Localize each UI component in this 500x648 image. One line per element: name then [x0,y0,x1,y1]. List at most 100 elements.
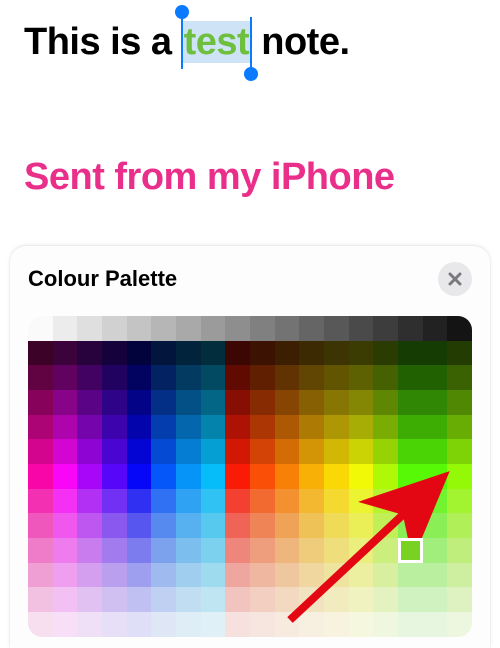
colour-swatch[interactable] [201,316,226,341]
colour-swatch[interactable] [324,316,349,341]
colour-swatch[interactable] [423,341,448,366]
colour-swatch[interactable] [53,587,78,612]
colour-swatch[interactable] [250,587,275,612]
colour-swatch[interactable] [324,489,349,514]
colour-swatch[interactable] [447,587,472,612]
colour-swatch[interactable] [275,513,300,538]
colour-swatch[interactable] [127,365,152,390]
colour-swatch[interactable] [77,538,102,563]
colour-swatch[interactable] [275,341,300,366]
colour-swatch[interactable] [77,365,102,390]
colour-swatch[interactable] [53,538,78,563]
colour-swatch[interactable] [324,612,349,637]
colour-swatch[interactable] [28,365,53,390]
colour-swatch[interactable] [225,587,250,612]
colour-swatch[interactable] [349,513,374,538]
colour-swatch[interactable] [250,341,275,366]
colour-swatch[interactable] [77,341,102,366]
colour-swatch[interactable] [373,415,398,440]
colour-swatch[interactable] [176,365,201,390]
colour-swatch[interactable] [151,538,176,563]
colour-swatch[interactable] [299,538,324,563]
colour-swatch[interactable] [53,513,78,538]
colour-swatch[interactable] [201,341,226,366]
close-button[interactable] [438,262,472,296]
text-selection[interactable]: test [182,20,252,66]
colour-swatch[interactable] [225,563,250,588]
colour-swatch[interactable] [53,464,78,489]
colour-swatch[interactable] [151,365,176,390]
colour-swatch[interactable] [447,439,472,464]
colour-swatch[interactable] [250,513,275,538]
colour-swatch[interactable] [127,612,152,637]
colour-grid[interactable] [28,316,472,637]
colour-swatch[interactable] [53,563,78,588]
colour-swatch[interactable] [423,513,448,538]
colour-swatch[interactable] [102,439,127,464]
colour-swatch[interactable] [77,489,102,514]
colour-swatch[interactable] [447,612,472,637]
note-text-line[interactable]: This is a test note. [24,20,476,66]
colour-swatch[interactable] [250,464,275,489]
colour-swatch[interactable] [423,390,448,415]
colour-swatch[interactable] [398,513,423,538]
selection-handle-start[interactable] [181,17,184,69]
colour-swatch[interactable] [373,538,398,563]
colour-swatch[interactable] [28,587,53,612]
colour-swatch[interactable] [176,415,201,440]
colour-swatch[interactable] [447,464,472,489]
colour-swatch[interactable] [176,538,201,563]
colour-swatch[interactable] [250,415,275,440]
colour-swatch[interactable] [299,439,324,464]
colour-swatch[interactable] [349,464,374,489]
colour-swatch[interactable] [398,538,423,563]
colour-swatch[interactable] [299,365,324,390]
colour-swatch[interactable] [349,415,374,440]
colour-swatch[interactable] [127,538,152,563]
colour-swatch[interactable] [398,563,423,588]
colour-swatch[interactable] [373,341,398,366]
colour-swatch[interactable] [447,341,472,366]
colour-swatch[interactable] [28,439,53,464]
colour-swatch[interactable] [423,489,448,514]
colour-swatch[interactable] [102,415,127,440]
colour-swatch[interactable] [447,415,472,440]
colour-swatch[interactable] [423,464,448,489]
colour-swatch[interactable] [77,513,102,538]
colour-swatch[interactable] [225,316,250,341]
colour-swatch[interactable] [201,513,226,538]
colour-swatch[interactable] [151,464,176,489]
colour-swatch[interactable] [373,513,398,538]
colour-swatch[interactable] [423,612,448,637]
colour-swatch[interactable] [349,538,374,563]
colour-swatch[interactable] [349,587,374,612]
colour-swatch[interactable] [250,612,275,637]
colour-swatch[interactable] [127,341,152,366]
colour-swatch[interactable] [398,439,423,464]
colour-swatch[interactable] [250,489,275,514]
colour-swatch[interactable] [53,341,78,366]
colour-swatch[interactable] [373,439,398,464]
colour-swatch[interactable] [275,563,300,588]
colour-swatch[interactable] [275,538,300,563]
colour-swatch[interactable] [201,365,226,390]
colour-swatch[interactable] [373,464,398,489]
selection-handle-end[interactable] [250,17,253,69]
colour-swatch[interactable] [275,316,300,341]
colour-swatch[interactable] [299,341,324,366]
colour-swatch[interactable] [151,390,176,415]
colour-swatch[interactable] [151,439,176,464]
colour-swatch[interactable] [53,415,78,440]
colour-swatch[interactable] [447,538,472,563]
colour-swatch[interactable] [398,489,423,514]
colour-swatch[interactable] [225,365,250,390]
colour-swatch[interactable] [299,563,324,588]
colour-swatch[interactable] [398,464,423,489]
colour-swatch[interactable] [176,341,201,366]
colour-swatch[interactable] [398,341,423,366]
colour-swatch[interactable] [28,390,53,415]
colour-swatch[interactable] [225,464,250,489]
colour-swatch[interactable] [127,390,152,415]
colour-swatch[interactable] [176,612,201,637]
colour-swatch[interactable] [102,538,127,563]
